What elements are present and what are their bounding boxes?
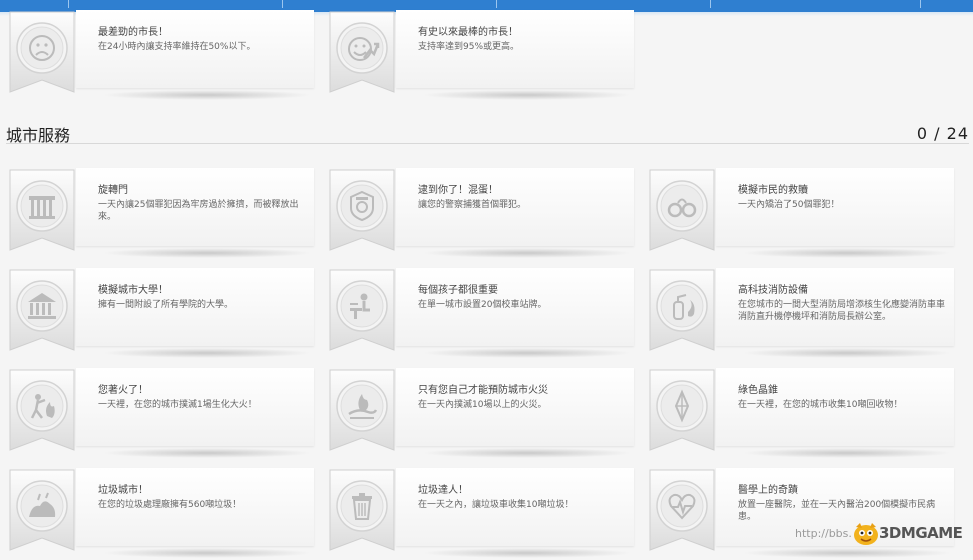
top-bar-divider [920,0,921,8]
hand-fire-icon [326,368,398,452]
card-shadow [102,548,312,558]
achievement-card[interactable]: 您著火了！ 一天裡，在您的城市撲滅1場生化大火！ [6,368,318,460]
achievement-title: 垃圾城市！ [98,485,148,496]
achievement-description: 在一天之內，讓垃圾車收集10噸垃圾！ [418,500,574,510]
achievement-card[interactable]: 高科技消防設備在您城市的一間大型消防局增添核生化應變消防車車消防直升機停機坪和消… [646,268,958,360]
achievement-description: 在單一城市設置20個校車站牌。 [418,300,547,310]
achievement-card[interactable]: 旋轉門一天內讓25個罪犯因為牢房過於擁擠，而被釋放出來。 [6,168,318,260]
achievement-card[interactable]: 最差勁的市長！ 在24小時內讓支持率維持在50%以下。 [6,10,318,102]
top-bar-divider [282,0,283,8]
achievement-description: 讓您的警察捕獲首個罪犯。 [418,200,527,210]
fire-figure-icon [6,368,78,452]
handcuffs-icon [646,168,718,252]
achievement-title: 您著火了！ [98,385,148,396]
student-desk-icon [326,268,398,352]
watermark-brand: 3DMGAME [879,524,963,542]
fire-extinguisher-icon [646,268,718,352]
achievement-title: 逮到你了！混蛋！ [418,185,498,196]
card-shadow [422,448,632,458]
achievement-title: 每個孩子都很重要 [418,285,498,296]
achievement-title: 有史以來最棒的市長！ [418,27,518,38]
achievement-card[interactable]: 只有您自己才能預防城市火災 在一天內撲滅10場以上的火災。 [326,368,638,460]
achievement-card[interactable]: 垃圾達人！ 在一天之內，讓垃圾車收集10噸垃圾！ [326,468,638,560]
heart-pulse-icon [646,468,718,552]
police-badge-icon [326,168,398,252]
card-shadow [422,348,632,358]
achievement-title: 模擬市民的救贖 [738,185,808,196]
garbage-pile-icon [6,468,78,552]
achievement-title: 最差勁的市長！ [98,27,168,38]
jail-bars-icon [6,168,78,252]
top-bar-divider [68,0,69,8]
card-shadow [742,248,952,258]
achievement-description: 在一天內撲滅10場以上的火災。 [418,400,547,410]
achievement-card[interactable]: 模擬城市大學！ 擁有一間附設了所有學院的大學。 [6,268,318,360]
card-shadow [102,348,312,358]
achievement-description: 擁有一間附設了所有學院的大學。 [98,300,234,310]
achievement-title: 模擬城市大學！ [98,285,168,296]
sad-face-icon [6,10,78,94]
card-shadow [422,548,632,558]
achievement-title: 醫學上的奇蹟 [738,485,798,496]
achievement-card[interactable]: 逮到你了！混蛋！ 讓您的警察捕獲首個罪犯。 [326,168,638,260]
achievement-card[interactable]: 垃圾城市！ 在您的垃圾處理廠擁有560噸垃圾！ [6,468,318,560]
achievement-card[interactable]: 每個孩子都很重要在單一城市設置20個校車站牌。 [326,268,638,360]
top-bar-divider [710,0,711,8]
watermark-url: http://bbs. [795,527,852,540]
achievement-description: 在一天裡，在您的城市收集10噸回收物！ [738,400,903,410]
achievement-title: 只有您自己才能預防城市火災 [418,385,548,396]
achievement-title: 綠色晶錐 [738,385,778,396]
card-shadow [102,448,312,458]
watermark: http://bbs. 3DMGAME [793,519,971,547]
card-shadow [742,548,952,558]
achievement-title: 旋轉門 [98,185,128,196]
section-divider [6,143,969,144]
card-shadow [742,348,952,358]
achievement-description: 在您的垃圾處理廠擁有560噸垃圾！ [98,500,242,510]
card-shadow [422,90,632,100]
crystal-icon [646,368,718,452]
university-icon [6,268,78,352]
section-progress-count: 0 / 24 [916,124,969,143]
achievement-card[interactable]: 模擬市民的救贖一天內矯治了50個罪犯！ [646,168,958,260]
achievement-description: 在24小時內讓支持率維持在50%以下。 [98,42,256,52]
happy-face-arrow-icon [326,10,398,94]
achievement-title: 高科技消防設備 [738,285,808,296]
achievement-card[interactable]: 有史以來最棒的市長！ 支持率達到95%或更高。 [326,10,638,102]
achievement-description: 在您城市的一間大型消防局增添核生化應變消防車車消防直升機停機坪和消防局長辦公室。 [738,300,946,322]
achievement-title: 垃圾達人！ [418,485,468,496]
achievement-card[interactable]: 綠色晶錐在一天裡，在您的城市收集10噸回收物！ [646,368,958,460]
mascot-logo-icon [851,519,881,547]
achievement-description: 支持率達到95%或更高。 [418,42,520,52]
top-bar-divider [496,0,497,8]
trash-can-icon [326,468,398,552]
card-shadow [102,90,312,100]
achievement-description: 一天內矯治了50個罪犯！ [738,200,840,210]
card-shadow [742,448,952,458]
card-shadow [422,248,632,258]
achievement-description: 一天內讓25個罪犯因為牢房過於擁擠，而被釋放出來。 [98,200,299,222]
achievement-description: 一天裡，在您的城市撲滅1場生化大火！ [98,400,257,410]
card-shadow [102,248,312,258]
